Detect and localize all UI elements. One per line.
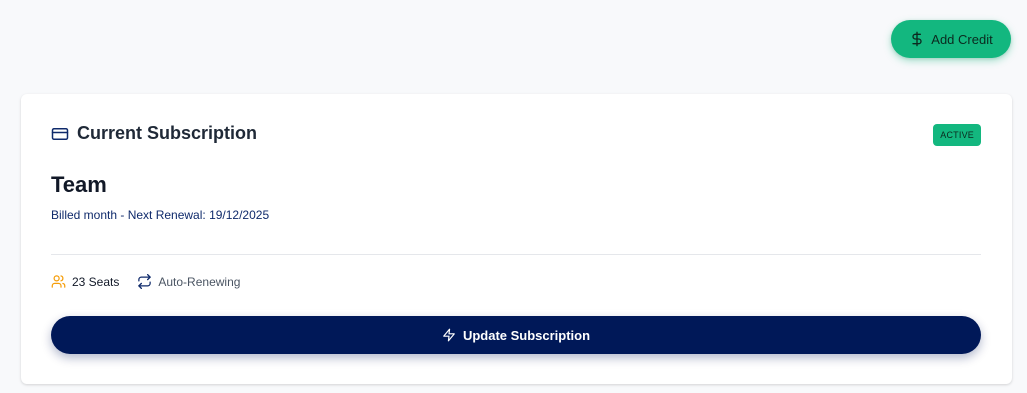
seats-info: 23 Seats: [51, 274, 119, 289]
renewal-label: Auto-Renewing: [158, 274, 241, 289]
add-credit-label: Add Credit: [931, 31, 993, 47]
subscription-card: Current Subscription ACTIVE Team Billed …: [21, 94, 1012, 384]
seats-label: 23 Seats: [72, 274, 120, 289]
subscription-page: Add Credit Current Subscription ACTIVE T…: [0, 0, 1027, 393]
billing-info: Billed month - Next Renewal: 19/12/2025: [51, 208, 270, 222]
update-subscription-label: Update Subscription: [462, 327, 591, 343]
subscription-meta: 23 Seats Auto-Renewing: [51, 274, 240, 289]
plan-name: Team: [51, 172, 107, 197]
users-icon: [51, 274, 66, 289]
lightning-icon: [442, 328, 456, 342]
status-badge: ACTIVE: [933, 124, 981, 146]
dollar-icon: [909, 31, 925, 47]
repeat-icon: [137, 274, 152, 289]
renewal-info: Auto-Renewing: [137, 274, 240, 289]
update-subscription-button[interactable]: Update Subscription: [51, 316, 981, 354]
credit-card-icon: [51, 125, 69, 143]
divider: [51, 254, 981, 255]
card-header: Current Subscription: [51, 123, 257, 144]
add-credit-button[interactable]: Add Credit: [891, 20, 1011, 58]
section-title: Current Subscription: [77, 123, 258, 143]
